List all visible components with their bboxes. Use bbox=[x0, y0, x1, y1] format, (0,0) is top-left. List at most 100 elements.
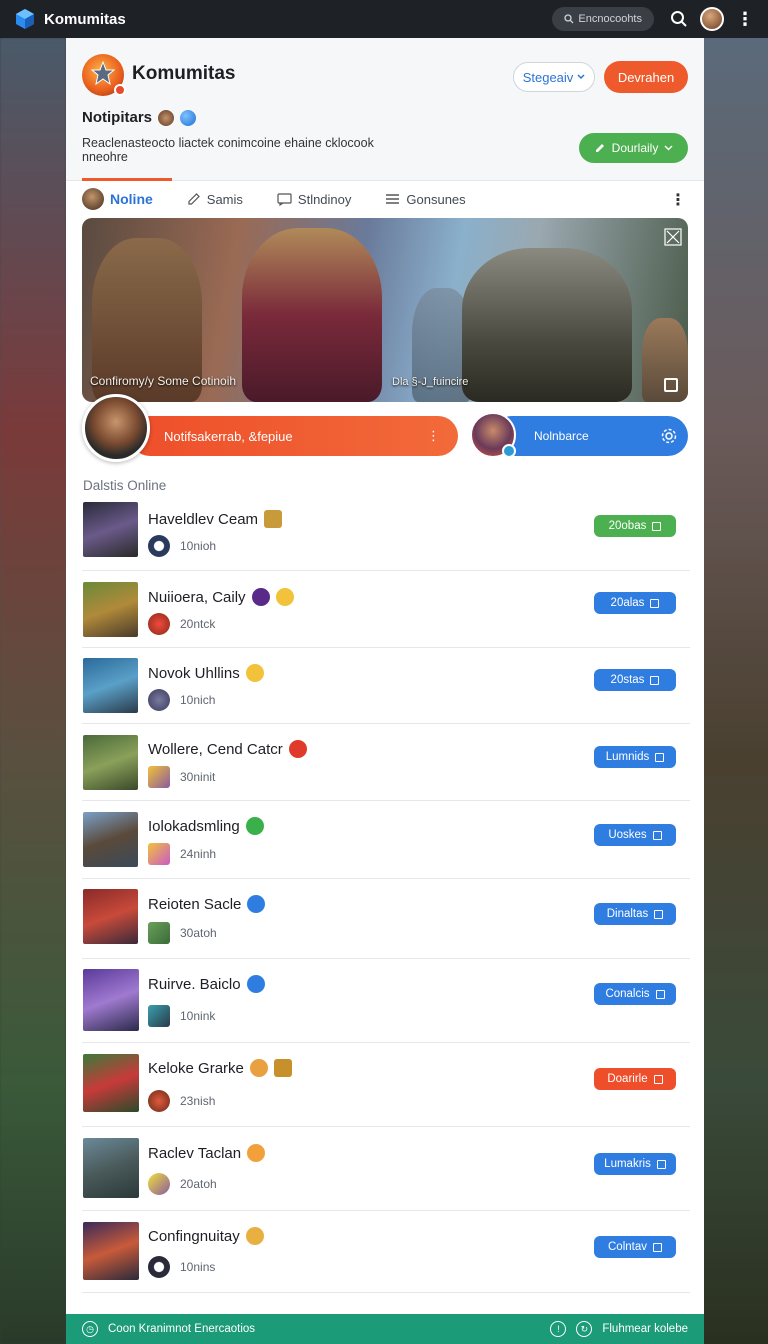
item-name: Nuiioera, Caily bbox=[148, 588, 294, 606]
emoji-icon bbox=[247, 1144, 266, 1162]
user-avatar[interactable] bbox=[700, 7, 724, 31]
hero-figure bbox=[242, 228, 382, 402]
gear-icon[interactable] bbox=[660, 427, 678, 445]
notification-pill[interactable]: Notifsakerrab, &fepiue ⋮ bbox=[130, 416, 458, 456]
online-list: Haveldlev Ceam 10nioh 20obas Nuiioera, C… bbox=[82, 498, 690, 1293]
external-link-icon bbox=[653, 1242, 662, 1252]
item-meta: 10nioh bbox=[148, 535, 216, 557]
item-action-button[interactable]: 20alas bbox=[594, 592, 676, 614]
balance-pill[interactable]: Nolnbarce bbox=[492, 416, 688, 456]
item-action-button[interactable]: Conalcis bbox=[594, 983, 676, 1005]
close-icon[interactable] bbox=[664, 228, 682, 246]
badge-icon bbox=[251, 588, 270, 606]
clock-icon: ◷ bbox=[82, 1321, 98, 1337]
item-meta: 20ntck bbox=[148, 613, 215, 635]
item-action-button[interactable]: Uoskes bbox=[594, 824, 676, 846]
tab-label: Noline bbox=[110, 191, 153, 207]
item-name: Reioten Sacle bbox=[148, 895, 266, 913]
user-avatar-icon bbox=[82, 188, 104, 210]
community-header: Komumitas Stegeaiv Devrahen Notipitars R… bbox=[66, 38, 704, 181]
tab-label: Samis bbox=[206, 191, 243, 207]
status-icon bbox=[148, 843, 170, 865]
external-link-icon bbox=[652, 830, 662, 840]
list-item[interactable]: Novok Uhllins 10nich 20stas bbox=[82, 648, 690, 724]
notification-dot bbox=[114, 84, 126, 96]
item-name: Wollere, Cend Catcr bbox=[148, 740, 307, 758]
item-meta: 10nich bbox=[148, 689, 215, 711]
item-action-button[interactable]: Colntav bbox=[594, 1236, 676, 1258]
external-link-icon bbox=[655, 989, 665, 999]
hero-banner[interactable]: Confiromy/y Some Cotinoih Dla §-J_fuinci… bbox=[82, 218, 688, 402]
section-label: Dalstis Online bbox=[83, 478, 167, 493]
item-name: Ruirve. Baiclo bbox=[148, 975, 265, 993]
item-action-button[interactable]: Dinaltas bbox=[594, 903, 676, 925]
list-item[interactable]: Ruirve. Baiclo 10nink Conalcis bbox=[82, 959, 690, 1043]
item-action-button[interactable]: 20obas bbox=[594, 515, 676, 537]
balance-pill-text: Nolnbarce bbox=[534, 429, 589, 443]
info-icon[interactable]: ! bbox=[550, 1321, 567, 1337]
search-button[interactable] bbox=[668, 8, 690, 30]
list-item[interactable]: Nuiioera, Caily 20ntck 20alas bbox=[82, 571, 690, 648]
globe-icon bbox=[180, 109, 197, 126]
list-item[interactable]: Reioten Sacle 30atoh Dinaltas bbox=[82, 879, 690, 959]
chat-icon bbox=[277, 192, 292, 206]
tab-games[interactable]: Gonsunes bbox=[385, 192, 466, 207]
item-action-button[interactable]: Lumakris bbox=[594, 1153, 676, 1175]
member-avatar bbox=[158, 109, 175, 126]
strategy-label: Stegeaiv bbox=[522, 69, 574, 85]
game-thumbnail bbox=[83, 658, 138, 713]
hero-figure bbox=[462, 248, 632, 402]
status-icon bbox=[148, 613, 170, 635]
featured-user-avatar[interactable] bbox=[82, 394, 150, 462]
status-icon bbox=[148, 535, 170, 557]
item-action-button[interactable]: Doarirle bbox=[594, 1068, 676, 1090]
strategy-dropdown-button[interactable]: Stegeaiv bbox=[513, 62, 595, 92]
game-thumbnail bbox=[83, 889, 138, 944]
more-options-icon[interactable]: ⋮ bbox=[427, 428, 440, 444]
notification-pill-text: Notifsakerrab, &fepiue bbox=[164, 428, 293, 444]
item-name: Raclev Taclan bbox=[148, 1144, 266, 1162]
daily-label: Dourlaily bbox=[611, 141, 659, 155]
top-bar: Komumitas Encnocoohts ⋮ bbox=[0, 0, 768, 38]
daily-dropdown-button[interactable]: Dourlaily bbox=[579, 133, 688, 163]
item-action-button[interactable]: 20stas bbox=[594, 669, 676, 691]
emoji-icon bbox=[245, 1227, 264, 1245]
status-icon bbox=[148, 922, 170, 944]
item-meta: 23nish bbox=[148, 1090, 215, 1112]
verified-badge-icon bbox=[502, 444, 516, 458]
badge-icon bbox=[288, 740, 307, 758]
search-text: Encnocoohts bbox=[578, 13, 642, 25]
more-menu-icon[interactable]: ⋮ bbox=[736, 10, 754, 28]
game-thumbnail bbox=[83, 735, 138, 790]
expand-icon[interactable] bbox=[664, 378, 678, 392]
chevron-down-icon bbox=[664, 145, 673, 151]
list-item[interactable]: Haveldlev Ceam 10nioh 20obas bbox=[82, 498, 690, 571]
refresh-icon[interactable]: ↻ bbox=[576, 1321, 593, 1337]
status-icon bbox=[148, 1173, 170, 1195]
item-meta: 10nink bbox=[148, 1005, 215, 1027]
list-item[interactable]: Keloke Grarke 23nish Doarirle bbox=[82, 1043, 690, 1127]
list-item[interactable]: Iolokadsmling 24ninh Uoskes bbox=[82, 801, 690, 879]
game-thumbnail bbox=[83, 1222, 139, 1280]
item-name: Iolokadsmling bbox=[148, 817, 264, 835]
app-logo-icon bbox=[16, 9, 34, 29]
item-meta: 24ninh bbox=[148, 843, 216, 865]
pencil-icon bbox=[595, 144, 604, 152]
background-left bbox=[0, 38, 66, 1344]
list-item[interactable]: Wollere, Cend Catcr 30ninit Lumnids bbox=[82, 724, 690, 801]
bottom-left-text: Coon Kranimnot Enercaotios bbox=[108, 1323, 256, 1335]
tabs-more-icon[interactable]: ⋮ bbox=[670, 190, 686, 210]
community-description: Reaclenasteocto liactek conimcoine ehain… bbox=[82, 136, 374, 164]
tab-online[interactable]: Noline bbox=[82, 188, 153, 210]
secondary-user-avatar[interactable] bbox=[470, 412, 516, 458]
badge-icon bbox=[245, 817, 264, 835]
external-link-icon bbox=[650, 675, 660, 685]
list-item[interactable]: Raclev Taclan 20atoh Lumakris bbox=[82, 1127, 690, 1211]
tab-standings[interactable]: Stlndinoy bbox=[277, 192, 351, 207]
join-button[interactable]: Devrahen bbox=[604, 61, 688, 93]
bottom-right-text[interactable]: Fluhmear kolebe bbox=[602, 1323, 688, 1335]
tab-samis[interactable]: Samis bbox=[187, 192, 243, 207]
list-item[interactable]: Confingnuitay 10nins Colntav bbox=[82, 1211, 690, 1293]
item-action-button[interactable]: Lumnids bbox=[594, 746, 676, 768]
top-search-input[interactable]: Encnocoohts bbox=[552, 7, 654, 31]
